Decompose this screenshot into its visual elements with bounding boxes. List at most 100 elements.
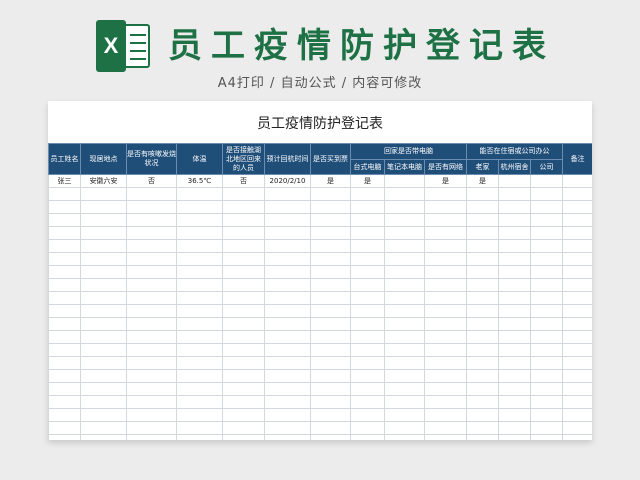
table-cell[interactable]	[222, 421, 265, 435]
table-cell[interactable]	[310, 343, 351, 357]
table-cell[interactable]	[466, 291, 500, 305]
table-cell[interactable]	[350, 200, 385, 214]
table-cell[interactable]	[176, 343, 223, 357]
table-cell[interactable]	[222, 200, 265, 214]
table-cell[interactable]	[222, 278, 265, 292]
table-cell[interactable]	[350, 408, 385, 422]
table-cell[interactable]	[310, 291, 351, 305]
table-cell[interactable]	[80, 343, 127, 357]
table-cell[interactable]	[350, 356, 385, 370]
table-cell[interactable]	[498, 434, 532, 440]
table-cell[interactable]	[264, 343, 311, 357]
table-cell[interactable]	[264, 408, 311, 422]
table-cell[interactable]	[466, 343, 500, 357]
table-cell[interactable]	[176, 369, 223, 383]
table-cell[interactable]	[80, 434, 127, 440]
table-cell[interactable]	[384, 434, 425, 440]
table-cell[interactable]	[466, 434, 500, 440]
table-cell[interactable]: 张三	[48, 174, 81, 188]
table-cell[interactable]	[126, 187, 177, 201]
table-cell[interactable]	[126, 265, 177, 279]
table-cell[interactable]	[498, 213, 532, 227]
table-cell[interactable]	[48, 356, 81, 370]
table-cell[interactable]	[498, 265, 532, 279]
table-cell[interactable]	[384, 213, 425, 227]
table-cell[interactable]	[222, 317, 265, 331]
table-cell[interactable]	[384, 356, 425, 370]
table-cell[interactable]	[126, 395, 177, 409]
table-cell[interactable]	[466, 278, 500, 292]
table-cell[interactable]	[466, 304, 500, 318]
table-cell[interactable]	[48, 434, 81, 440]
table-cell[interactable]	[350, 213, 385, 227]
table-cell[interactable]	[310, 187, 351, 201]
table-cell[interactable]	[126, 200, 177, 214]
table-cell[interactable]	[222, 291, 265, 305]
table-cell[interactable]	[384, 408, 425, 422]
table-cell[interactable]	[310, 200, 351, 214]
table-cell[interactable]	[384, 395, 425, 409]
table-cell[interactable]: 是	[423, 174, 468, 188]
table-cell[interactable]	[350, 239, 385, 253]
table-cell[interactable]	[466, 356, 500, 370]
table-cell[interactable]	[498, 252, 532, 266]
table-cell[interactable]	[80, 369, 127, 383]
table-cell[interactable]	[498, 278, 532, 292]
table-cell[interactable]	[530, 174, 564, 188]
table-cell[interactable]	[310, 239, 351, 253]
table-cell[interactable]	[264, 252, 311, 266]
table-cell[interactable]	[126, 213, 177, 227]
table-cell[interactable]	[466, 213, 500, 227]
table-cell[interactable]	[222, 434, 265, 440]
table-cell[interactable]	[562, 200, 592, 214]
table-cell[interactable]	[530, 304, 564, 318]
table-cell[interactable]	[562, 317, 592, 331]
table-cell[interactable]	[562, 343, 592, 357]
table-cell[interactable]	[264, 213, 311, 227]
table-cell[interactable]	[222, 369, 265, 383]
table-cell[interactable]	[562, 187, 592, 201]
table-cell[interactable]	[498, 421, 532, 435]
table-cell[interactable]	[350, 187, 385, 201]
table-cell[interactable]	[80, 317, 127, 331]
table-cell[interactable]: 是	[310, 174, 351, 188]
table-cell[interactable]	[80, 408, 127, 422]
table-cell[interactable]	[384, 369, 425, 383]
table-cell[interactable]	[126, 304, 177, 318]
table-cell[interactable]	[562, 239, 592, 253]
table-cell[interactable]	[562, 226, 592, 240]
table-cell[interactable]	[48, 239, 81, 253]
table-cell[interactable]	[176, 304, 223, 318]
table-cell[interactable]	[350, 343, 385, 357]
table-cell[interactable]	[176, 278, 223, 292]
table-cell[interactable]	[350, 434, 385, 440]
table-cell[interactable]	[562, 369, 592, 383]
table-cell[interactable]	[423, 382, 468, 396]
table-cell[interactable]	[310, 278, 351, 292]
table-cell[interactable]	[498, 343, 532, 357]
table-cell[interactable]	[350, 252, 385, 266]
table-cell[interactable]	[48, 278, 81, 292]
table-cell[interactable]	[498, 239, 532, 253]
table-cell[interactable]	[310, 213, 351, 227]
table-cell[interactable]	[80, 265, 127, 279]
table-cell[interactable]	[350, 369, 385, 383]
table-cell[interactable]	[264, 421, 311, 435]
table-cell[interactable]	[562, 382, 592, 396]
table-cell[interactable]	[80, 421, 127, 435]
table-cell[interactable]	[423, 421, 468, 435]
table-cell[interactable]	[466, 382, 500, 396]
table-cell[interactable]	[222, 382, 265, 396]
table-cell[interactable]	[222, 187, 265, 201]
table-cell[interactable]	[530, 408, 564, 422]
table-cell[interactable]	[80, 226, 127, 240]
table-cell[interactable]	[310, 317, 351, 331]
table-cell[interactable]	[562, 252, 592, 266]
table-cell[interactable]	[562, 291, 592, 305]
table-cell[interactable]	[498, 356, 532, 370]
table-cell[interactable]	[350, 304, 385, 318]
table-cell[interactable]	[126, 343, 177, 357]
table-cell[interactable]	[498, 369, 532, 383]
table-cell[interactable]	[466, 330, 500, 344]
table-cell[interactable]	[80, 252, 127, 266]
